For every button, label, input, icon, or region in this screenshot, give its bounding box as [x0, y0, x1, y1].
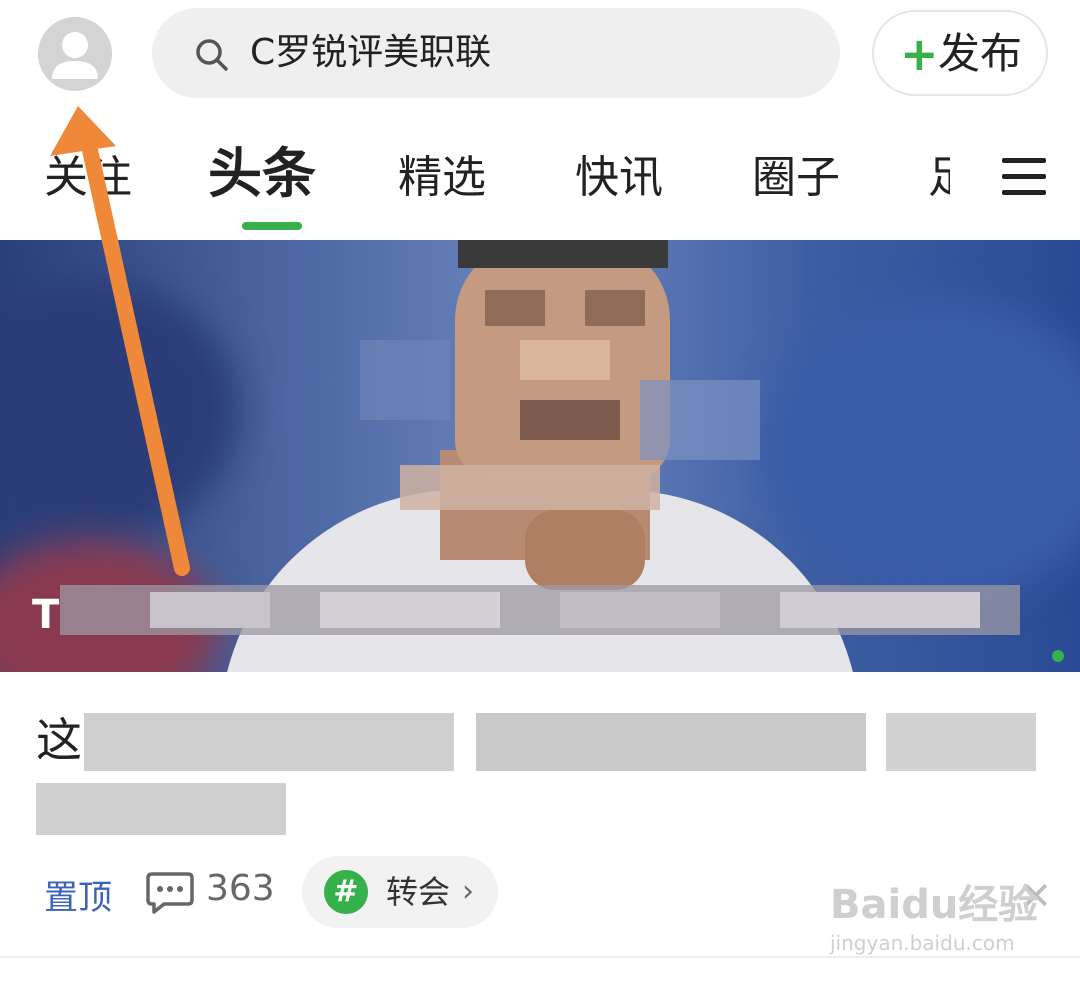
channel-tabs: 关注 头条 精选 快讯 圈子 足: [0, 130, 1080, 230]
active-tab-indicator: [242, 222, 302, 230]
comment-count: 363: [206, 868, 275, 909]
search-bar[interactable]: C罗锐评美职联: [152, 8, 840, 98]
tab-news-flash[interactable]: 快讯: [575, 148, 663, 208]
article-title-text: 这: [36, 713, 82, 767]
hero-caption: T: [32, 592, 60, 638]
watermark-brand: Baidu经验: [830, 882, 1039, 928]
tab-circles[interactable]: 圈子: [752, 148, 840, 208]
publish-label: 发布: [938, 29, 1023, 78]
hero-image[interactable]: T: [0, 240, 1080, 672]
status-dot: [1052, 650, 1064, 662]
publish-button[interactable]: + 发布: [872, 10, 1048, 96]
plus-icon: +: [900, 27, 939, 81]
watermark-url: jingyan.baidu.com: [830, 931, 1015, 955]
chevron-right-icon: ›: [462, 874, 474, 909]
search-input[interactable]: C罗锐评美职联: [250, 8, 491, 98]
watermark: Baidu经验 jingyan.baidu.com: [830, 880, 1050, 970]
article-title[interactable]: 这: [36, 705, 1036, 835]
avatar[interactable]: [38, 17, 112, 91]
tab-football[interactable]: 足: [928, 148, 950, 208]
tab-featured[interactable]: 精选: [398, 148, 486, 208]
tab-headlines[interactable]: 头条: [208, 144, 316, 204]
pinned-badge: 置顶: [44, 878, 112, 918]
tab-follow[interactable]: 关注: [44, 148, 132, 208]
hashtag-icon: #: [324, 870, 368, 914]
menu-icon[interactable]: [1002, 158, 1046, 196]
topic-tag[interactable]: # 转会 ›: [302, 856, 498, 928]
avatar-icon: [38, 17, 112, 91]
comment-icon[interactable]: [146, 870, 194, 914]
search-icon: [196, 39, 228, 71]
topic-label: 转会: [386, 873, 451, 911]
